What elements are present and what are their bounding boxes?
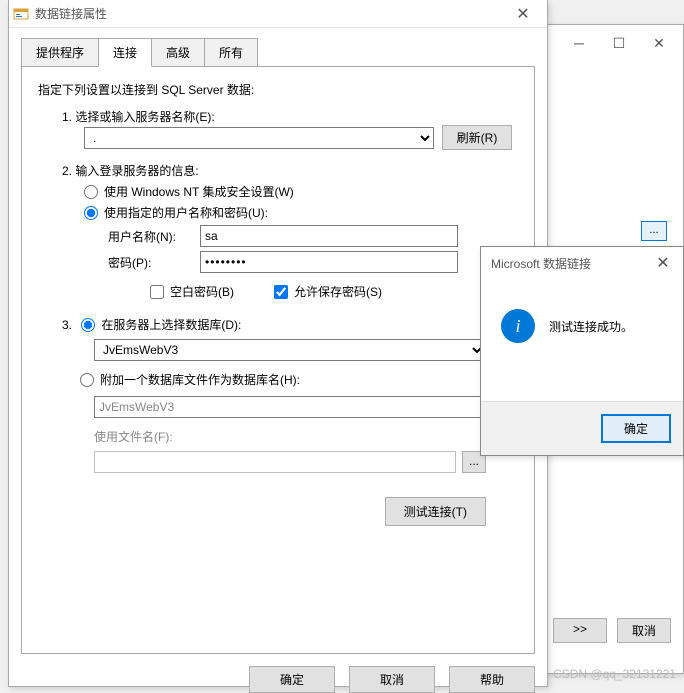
- file-label: 使用文件名(F):: [94, 428, 518, 445]
- step3-attach-row: 附加一个数据库文件作为数据库名(H):: [80, 371, 518, 388]
- blank-password-label: 空白密码(B): [170, 283, 234, 300]
- cancel-button[interactable]: 取消: [349, 666, 435, 693]
- password-input[interactable]: [200, 251, 458, 273]
- step2-label: 2. 输入登录服务器的信息:: [62, 162, 518, 179]
- database-select[interactable]: JvEmsWebV3: [94, 339, 486, 361]
- watermark: CSDN @qq_32131221: [553, 667, 676, 681]
- tab-strip: 提供程序 连接 高级 所有: [21, 38, 547, 66]
- close-icon[interactable]: ✕: [503, 0, 543, 28]
- attach-db-input[interactable]: [94, 396, 486, 418]
- select-db-radio[interactable]: [81, 318, 95, 332]
- data-link-properties-dialog: 数据链接属性 ✕ 提供程序 连接 高级 所有 指定下列设置以连接到 SQL Se…: [8, 0, 548, 687]
- username-input[interactable]: [200, 225, 458, 247]
- msgbox-titlebar: Microsoft 数据链接 ✕: [481, 247, 683, 279]
- save-password-label: 允许保存密码(S): [294, 283, 382, 300]
- select-db-label: 在服务器上选择数据库(D):: [101, 316, 241, 333]
- auth-nt-radio[interactable]: [84, 185, 98, 199]
- blank-password-checkbox[interactable]: [150, 285, 164, 299]
- password-options-row: 空白密码(B) 允许保存密码(S): [150, 279, 518, 304]
- refresh-button[interactable]: 刷新(R): [442, 125, 512, 150]
- close-icon[interactable]: ✕: [639, 29, 679, 57]
- test-row: 测试连接(T): [38, 497, 486, 526]
- tab-provider[interactable]: 提供程序: [21, 38, 99, 66]
- step3-db-row: 3. 在服务器上选择数据库(D):: [62, 316, 518, 333]
- username-row: 用户名称(N):: [108, 225, 518, 247]
- tab-all[interactable]: 所有: [204, 38, 258, 66]
- dialog-buttons: 确定 取消 帮助: [9, 666, 535, 693]
- auth-user-radio[interactable]: [84, 206, 98, 220]
- tab-connection[interactable]: 连接: [98, 38, 152, 67]
- password-label: 密码(P):: [108, 254, 200, 271]
- file-row: ...: [94, 451, 518, 473]
- username-label: 用户名称(N):: [108, 228, 200, 245]
- password-row: 密码(P):: [108, 251, 518, 273]
- save-password-option: 允许保存密码(S): [274, 283, 382, 300]
- maximize-icon[interactable]: ☐: [599, 29, 639, 57]
- titlebar: 数据链接属性 ✕: [9, 0, 547, 28]
- ok-button[interactable]: 确定: [249, 666, 335, 693]
- save-password-checkbox[interactable]: [274, 285, 288, 299]
- bg-cancel-button[interactable]: 取消: [617, 618, 671, 643]
- test-connection-button[interactable]: 测试连接(T): [385, 497, 486, 526]
- info-icon: i: [501, 309, 535, 343]
- help-button[interactable]: 帮助: [449, 666, 535, 693]
- file-input[interactable]: [94, 451, 456, 473]
- instruction-text: 指定下列设置以连接到 SQL Server 数据:: [38, 81, 518, 98]
- minimize-icon[interactable]: ─: [559, 29, 599, 57]
- auth-user-row: 使用指定的用户名称和密码(U):: [84, 204, 518, 221]
- app-icon: [13, 6, 29, 22]
- msgbox-body: i 测试连接成功。: [481, 279, 683, 353]
- server-select[interactable]: .: [84, 127, 434, 149]
- msgbox-message: 测试连接成功。: [549, 318, 633, 335]
- attach-db-radio[interactable]: [80, 373, 94, 387]
- window-title: 数据链接属性: [35, 5, 503, 22]
- bg-next-button[interactable]: >>: [553, 618, 607, 643]
- msgbox-close-icon[interactable]: ✕: [647, 249, 679, 277]
- server-row: . 刷新(R): [84, 125, 518, 150]
- auth-nt-label: 使用 Windows NT 集成安全设置(W): [104, 183, 294, 200]
- step1-label: 1. 选择或输入服务器名称(E):: [62, 108, 518, 125]
- connection-panel: 指定下列设置以连接到 SQL Server 数据: 1. 选择或输入服务器名称(…: [21, 66, 535, 654]
- step3-number: 3.: [62, 318, 75, 332]
- tab-advanced[interactable]: 高级: [151, 38, 205, 66]
- auth-user-label: 使用指定的用户名称和密码(U):: [104, 204, 268, 221]
- msgbox-footer: 确定: [481, 401, 683, 455]
- msgbox-title: Microsoft 数据链接: [485, 255, 647, 272]
- msgbox-ok-button[interactable]: 确定: [601, 414, 671, 443]
- attach-db-label: 附加一个数据库文件作为数据库名(H):: [100, 371, 300, 388]
- message-box: Microsoft 数据链接 ✕ i 测试连接成功。 确定: [480, 246, 684, 456]
- bg-browse-button[interactable]: ...: [641, 221, 667, 241]
- auth-nt-row: 使用 Windows NT 集成安全设置(W): [84, 183, 518, 200]
- blank-password-option: 空白密码(B): [150, 283, 234, 300]
- bg-bottom-buttons: >> 取消: [553, 618, 671, 643]
